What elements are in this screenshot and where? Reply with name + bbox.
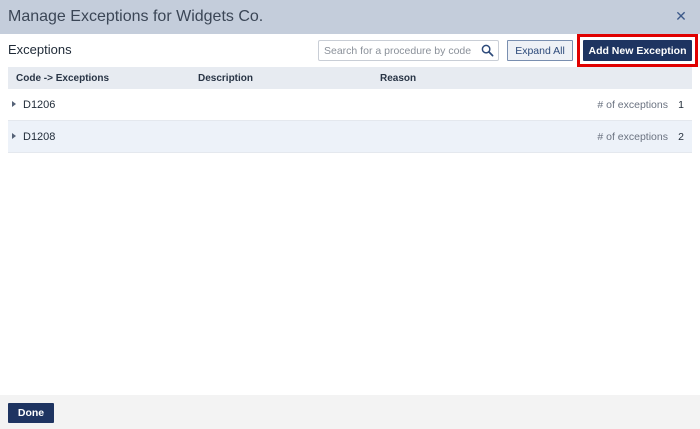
column-header-reason[interactable]: Reason [380,73,416,84]
section-title: Exceptions [8,42,72,57]
search-icon[interactable] [481,44,494,57]
dialog-title: Manage Exceptions for Widgets Co. [8,8,264,25]
done-button[interactable]: Done [8,403,54,423]
dialog-footer: Done [0,395,700,429]
exceptions-table: Code -> Exceptions Description Reason D1… [8,67,692,153]
column-header-code[interactable]: Code -> Exceptions [16,73,109,84]
exception-count-label: # of exceptions [597,130,668,143]
table-row[interactable]: D1206 # of exceptions 1 [8,89,692,121]
caret-right-icon[interactable] [12,133,16,139]
add-new-exception-button[interactable]: Add New Exception [583,40,692,61]
table-row[interactable]: D1208 # of exceptions 2 [8,121,692,153]
table-header: Code -> Exceptions Description Reason [8,67,692,89]
row-code: D1206 [23,98,56,111]
search-input[interactable] [319,41,477,61]
expand-all-button[interactable]: Expand All [507,40,573,61]
dialog-titlebar: Manage Exceptions for Widgets Co. ✕ [0,0,700,34]
exception-count-label: # of exceptions [597,98,668,111]
column-header-description[interactable]: Description [198,73,253,84]
row-code: D1208 [23,130,56,143]
search-box[interactable] [318,40,499,61]
exception-count-value: 2 [678,130,684,143]
exception-count-value: 1 [678,98,684,111]
close-icon[interactable]: ✕ [674,9,688,23]
caret-right-icon[interactable] [12,101,16,107]
